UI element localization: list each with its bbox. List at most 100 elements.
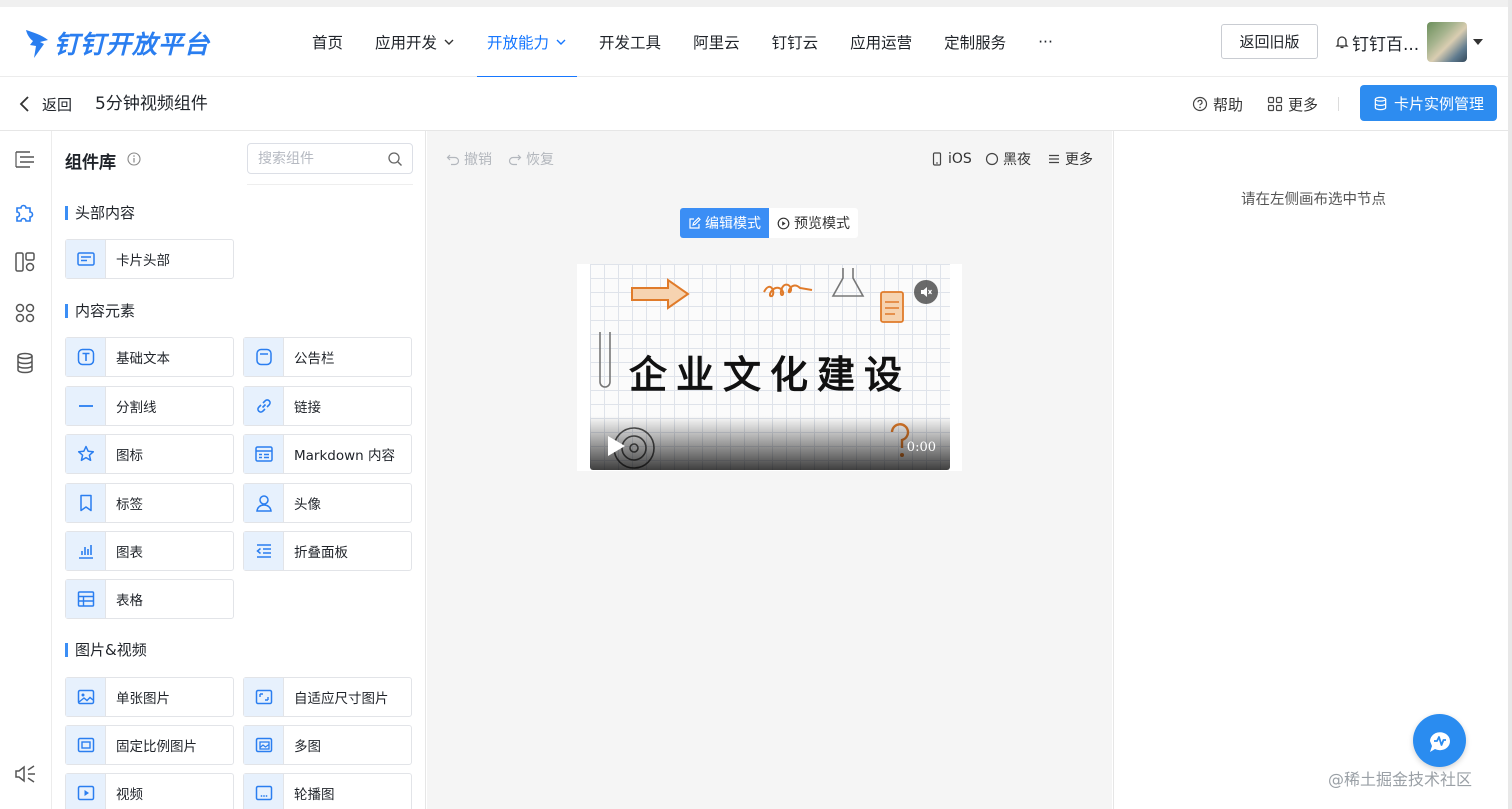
component-collapse-panel[interactable]: 折叠面板 bbox=[243, 531, 412, 571]
user-name[interactable]: 钉钉百... bbox=[1352, 30, 1419, 55]
user-menu[interactable]: 钉钉百... bbox=[1334, 22, 1484, 62]
info-icon[interactable] bbox=[127, 152, 141, 166]
main-nav: 首页 应用开发 开放能力 开发工具 阿里云 钉钉云 应用运营 定制服务 ··· bbox=[296, 7, 1069, 78]
database-icon[interactable] bbox=[13, 351, 37, 375]
component-fixed-ratio-image[interactable]: 固定比例图片 bbox=[65, 725, 234, 765]
card-instance-management-button[interactable]: 卡片实例管理 bbox=[1360, 85, 1497, 121]
layout-icon[interactable] bbox=[13, 250, 37, 274]
puzzle-icon[interactable] bbox=[13, 200, 37, 224]
spiral-doodle bbox=[763, 283, 813, 298]
apps-icon[interactable] bbox=[13, 301, 37, 325]
watermark: @稀土掘金技术社区 bbox=[1328, 770, 1473, 789]
scrollbar[interactable] bbox=[1508, 0, 1512, 809]
component-chart[interactable]: 图表 bbox=[65, 531, 234, 571]
phone-icon bbox=[932, 152, 942, 166]
dingtalk-logo-icon bbox=[26, 30, 48, 58]
component-label: 分割线 bbox=[116, 400, 157, 416]
back-button[interactable]: 返回 bbox=[18, 91, 72, 117]
mute-button[interactable] bbox=[914, 280, 938, 304]
back-to-old-version-button[interactable]: 返回旧版 bbox=[1221, 24, 1318, 59]
help-link[interactable]: 帮助 bbox=[1192, 93, 1243, 115]
editor-canvas: 撤销 恢复 iOS 黑夜 更多 编辑模式 预览模式 企业文化建设 0:00 bbox=[427, 131, 1112, 809]
redo-button[interactable]: 恢复 bbox=[508, 149, 554, 169]
collapse-icon bbox=[255, 544, 271, 558]
component-avatar[interactable]: 头像 bbox=[243, 483, 412, 523]
flask-doodle bbox=[831, 268, 865, 297]
nav-item-home[interactable]: 首页 bbox=[296, 7, 359, 77]
mode-switch: 编辑模式 预览模式 bbox=[680, 208, 858, 238]
edit-mode-button[interactable]: 编辑模式 bbox=[680, 208, 769, 238]
video-title-text: 企业文化建设 bbox=[628, 353, 911, 397]
component-multi-image[interactable]: 多图 bbox=[243, 725, 412, 765]
component-divider[interactable]: 分割线 bbox=[65, 386, 234, 426]
caret-down-icon[interactable] bbox=[1473, 39, 1484, 45]
icon-box bbox=[244, 774, 284, 809]
more-menu[interactable]: 更多 bbox=[1267, 93, 1318, 115]
component-basic-text[interactable]: 基础文本 bbox=[65, 337, 234, 377]
component-label: 头像 bbox=[294, 497, 321, 513]
nav-item-app-ops[interactable]: 应用运营 bbox=[834, 7, 928, 77]
component-tag[interactable]: 标签 bbox=[65, 483, 234, 523]
component-link[interactable]: 链接 bbox=[243, 386, 412, 426]
preview-mode-button[interactable]: 预览模式 bbox=[769, 208, 858, 238]
redo-label: 恢复 bbox=[526, 152, 554, 168]
component-label: 公告栏 bbox=[294, 351, 335, 367]
undo-button[interactable]: 撤销 bbox=[446, 149, 492, 169]
markdown-icon bbox=[254, 446, 273, 462]
divider bbox=[247, 184, 413, 185]
component-notice-bar[interactable]: 公告栏 bbox=[243, 337, 412, 377]
brand-logo[interactable]: 钉钉开放平台 bbox=[24, 25, 210, 61]
nav-item-dingtalk-cloud[interactable]: 钉钉云 bbox=[756, 7, 835, 77]
nav-item-aliyun[interactable]: 阿里云 bbox=[677, 7, 756, 77]
search-input[interactable] bbox=[248, 144, 378, 173]
component-single-image[interactable]: 单张图片 bbox=[65, 677, 234, 717]
component-markdown[interactable]: Markdown 内容 bbox=[243, 434, 412, 474]
icon-box bbox=[244, 678, 284, 716]
play-icon[interactable] bbox=[608, 436, 625, 456]
editor-header: 返回 5分钟视频组件 帮助 更多 卡片实例管理 bbox=[0, 77, 1512, 131]
outline-icon[interactable] bbox=[13, 147, 37, 171]
divider bbox=[1338, 97, 1339, 111]
component-card-header[interactable]: 卡片头部 bbox=[65, 239, 234, 279]
redo-icon bbox=[508, 154, 522, 166]
component-search[interactable] bbox=[247, 143, 413, 174]
nav-item-more[interactable]: ··· bbox=[1022, 7, 1069, 77]
dark-mode-toggle[interactable]: 黑夜 bbox=[985, 149, 1031, 169]
chevron-down-icon bbox=[444, 39, 454, 45]
video-player[interactable]: 企业文化建设 0:00 bbox=[590, 264, 950, 470]
component-label: 固定比例图片 bbox=[116, 739, 197, 755]
icon-box bbox=[66, 726, 106, 764]
bell-icon[interactable] bbox=[1334, 34, 1350, 50]
divider-icon bbox=[78, 405, 93, 407]
component-carousel[interactable]: 轮播图 bbox=[243, 773, 412, 809]
nav-item-open-capabilities[interactable]: 开放能力 bbox=[471, 7, 583, 78]
play-circle-icon bbox=[777, 217, 790, 229]
dark-label: 黑夜 bbox=[1003, 152, 1031, 168]
search-icon[interactable] bbox=[387, 151, 403, 167]
nav-item-custom-service[interactable]: 定制服务 bbox=[928, 7, 1022, 77]
icon-box bbox=[66, 387, 106, 425]
component-label: 视频 bbox=[116, 787, 143, 803]
image-icon bbox=[77, 689, 94, 705]
icon-box bbox=[66, 678, 106, 716]
component-label: 卡片头部 bbox=[116, 253, 170, 269]
icon-box bbox=[66, 532, 106, 570]
nav-item-dev-tools[interactable]: 开发工具 bbox=[583, 7, 677, 77]
top-navigation: 钉钉开放平台 首页 应用开发 开放能力 开发工具 阿里云 钉钉云 应用运营 定制… bbox=[0, 0, 1512, 78]
canvas-more-menu[interactable]: 更多 bbox=[1047, 149, 1093, 169]
assistant-floating-button[interactable] bbox=[1413, 714, 1466, 767]
component-video[interactable]: 视频 bbox=[65, 773, 234, 809]
icon-box bbox=[66, 240, 106, 278]
component-label: Markdown 内容 bbox=[294, 448, 396, 464]
sound-settings-icon[interactable] bbox=[13, 762, 37, 786]
ios-toggle[interactable]: iOS bbox=[930, 149, 972, 169]
icon-box bbox=[66, 338, 106, 376]
undo-icon bbox=[446, 154, 460, 166]
component-adaptive-image[interactable]: 自适应尺寸图片 bbox=[243, 677, 412, 717]
component-icon[interactable]: 图标 bbox=[65, 434, 234, 474]
card-preview[interactable]: 企业文化建设 0:00 bbox=[577, 264, 962, 471]
component-table[interactable]: 表格 bbox=[65, 579, 234, 619]
avatar[interactable] bbox=[1427, 22, 1468, 62]
text-icon bbox=[77, 348, 94, 366]
nav-item-app-dev[interactable]: 应用开发 bbox=[359, 7, 471, 77]
